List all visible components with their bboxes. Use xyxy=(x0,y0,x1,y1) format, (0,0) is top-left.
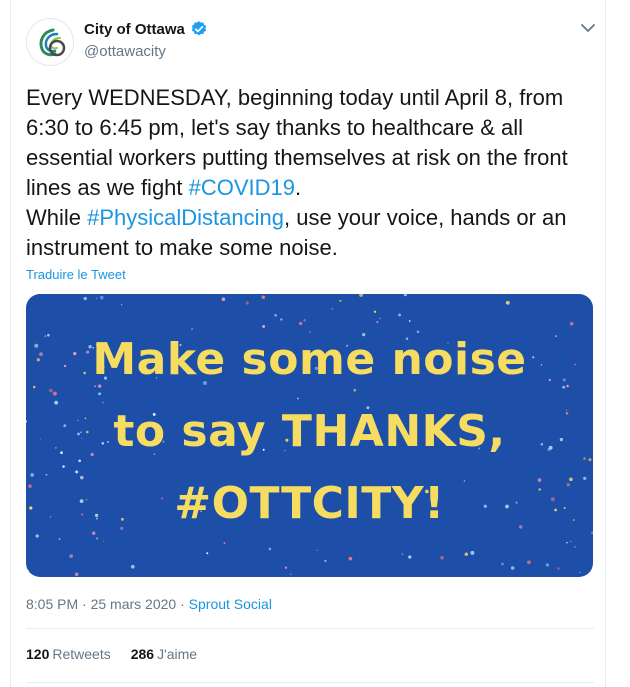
confetti-dot xyxy=(348,556,353,561)
display-name[interactable]: City of Ottawa xyxy=(84,21,185,38)
translate-tweet-link[interactable]: Traduire le Tweet xyxy=(26,267,126,282)
confetti-dot xyxy=(268,547,272,551)
likes-stat[interactable]: 286 J'aime xyxy=(131,646,197,662)
confetti-dot xyxy=(83,296,87,301)
tweet-text-part: . xyxy=(295,175,302,200)
verified-badge-icon xyxy=(191,21,206,36)
confetti-dot xyxy=(303,319,306,322)
confetti-dot xyxy=(379,317,381,320)
confetti-dot xyxy=(284,566,288,569)
confetti-dot xyxy=(95,297,98,299)
tweet-date[interactable]: 25 mars 2020 xyxy=(91,596,177,612)
confetti-dot xyxy=(74,572,79,577)
meta-separator: · xyxy=(176,596,189,612)
confetti-dot xyxy=(373,310,377,313)
media-text: Make some noise to say THANKS, #OTTCITY! xyxy=(26,324,593,540)
confetti-dot xyxy=(331,308,334,310)
confetti-dot xyxy=(316,549,318,551)
media-text-line-1: Make some noise xyxy=(92,334,527,385)
confetti-dot xyxy=(408,555,412,559)
confetti-dot xyxy=(408,320,411,322)
confetti-dot xyxy=(570,540,572,542)
confetti-dot xyxy=(99,295,104,300)
confetti-dot xyxy=(398,313,402,317)
confetti-dot xyxy=(526,560,531,565)
confetti-dot xyxy=(501,562,504,566)
tweet-text: Every WEDNESDAY, beginning today until A… xyxy=(26,83,598,263)
confetti-dot xyxy=(566,542,568,544)
avatar[interactable] xyxy=(26,18,74,66)
chevron-down-icon xyxy=(581,24,595,32)
tweet-source-link[interactable]: Sprout Social xyxy=(189,596,272,612)
confetti-dot xyxy=(464,552,469,556)
confetti-dot xyxy=(130,564,135,569)
divider xyxy=(26,628,594,629)
confetti-dot xyxy=(401,553,404,555)
confetti-dot xyxy=(245,301,249,305)
confetti-dot xyxy=(579,571,581,574)
confetti-dot xyxy=(574,545,576,548)
confetti-dot xyxy=(403,294,407,297)
ottawa-logo-icon xyxy=(39,28,66,57)
tweet-paragraph-2: While #PhysicalDistancing, use your voic… xyxy=(26,203,598,263)
media-text-line-3: #OTTCITY! xyxy=(174,478,445,529)
divider xyxy=(26,682,594,683)
confetti-dot xyxy=(545,563,550,567)
confetti-dot xyxy=(206,552,209,555)
confetti-dot xyxy=(359,294,364,297)
tweet-meta: 8:05 PM · 25 mars 2020 · Sprout Social xyxy=(26,596,272,612)
retweets-stat[interactable]: 120 Retweets xyxy=(26,646,111,662)
confetti-dot xyxy=(261,295,266,300)
confetti-dot xyxy=(440,555,444,560)
media-text-line-2: to say THANKS, xyxy=(113,406,506,457)
tweet-media-image[interactable]: Make some noise to say THANKS, #OTTCITY! xyxy=(26,294,593,577)
tweet-time[interactable]: 8:05 PM xyxy=(26,596,78,612)
meta-separator: · xyxy=(78,596,91,612)
confetti-dot xyxy=(103,540,105,543)
confetti-dot xyxy=(274,314,277,317)
confetti-dot xyxy=(324,559,327,562)
more-options-button[interactable] xyxy=(578,18,598,38)
hashtag-covid19-link[interactable]: #COVID19 xyxy=(189,175,295,200)
tweet-text-part: While xyxy=(26,205,88,230)
confetti-dot xyxy=(223,542,226,545)
retweets-label: Retweets xyxy=(52,646,111,662)
tweet-stats: 120 Retweets 286 J'aime xyxy=(26,646,197,662)
account-handle[interactable]: @ottawacity xyxy=(84,43,166,60)
hashtag-physicaldistancing-link[interactable]: #PhysicalDistancing xyxy=(87,205,284,230)
retweets-count: 120 xyxy=(26,646,50,662)
confetti-dot xyxy=(289,573,292,576)
author-name-row[interactable]: City of Ottawa xyxy=(84,20,208,38)
confetti-dot xyxy=(221,297,226,302)
confetti-dot xyxy=(510,566,515,570)
confetti-dot xyxy=(505,300,510,305)
likes-count: 286 xyxy=(130,646,155,662)
confetti-dot xyxy=(557,567,560,570)
confetti-dot xyxy=(69,554,74,558)
confetti-dot xyxy=(120,303,123,306)
confetti-dot xyxy=(470,550,475,555)
confetti-dot xyxy=(280,318,283,321)
tweet-paragraph-1: Every WEDNESDAY, beginning today until A… xyxy=(26,83,598,203)
confetti-dot xyxy=(27,569,30,572)
confetti-dot xyxy=(339,299,342,302)
likes-label: J'aime xyxy=(157,646,198,662)
confetti-dot xyxy=(376,321,379,324)
